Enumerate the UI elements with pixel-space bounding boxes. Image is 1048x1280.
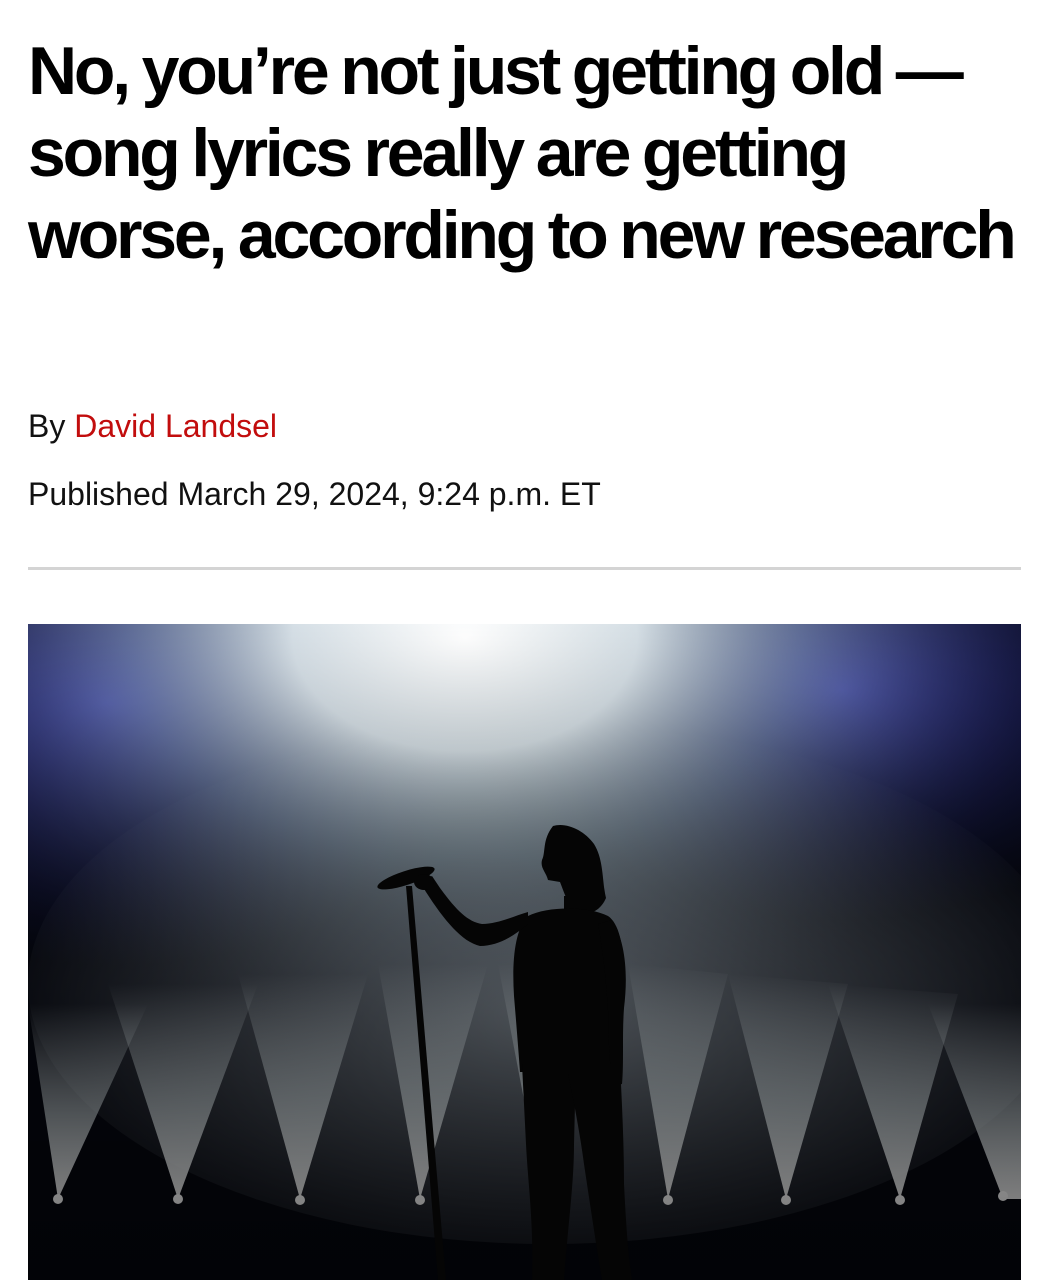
article-headline: No, you’re not just getting old — song l… bbox=[28, 33, 1017, 273]
divider bbox=[28, 567, 1021, 570]
byline: By David Landsel bbox=[28, 406, 277, 446]
hero-image[interactable] bbox=[28, 624, 1021, 1280]
concert-stage-illustration bbox=[28, 624, 1021, 1280]
published-date: Published March 29, 2024, 9:24 p.m. ET bbox=[28, 476, 601, 512]
byline-prefix: By bbox=[28, 408, 66, 444]
author-link[interactable]: David Landsel bbox=[74, 408, 277, 444]
article: No, you’re not just getting old — song l… bbox=[28, 0, 1021, 1280]
